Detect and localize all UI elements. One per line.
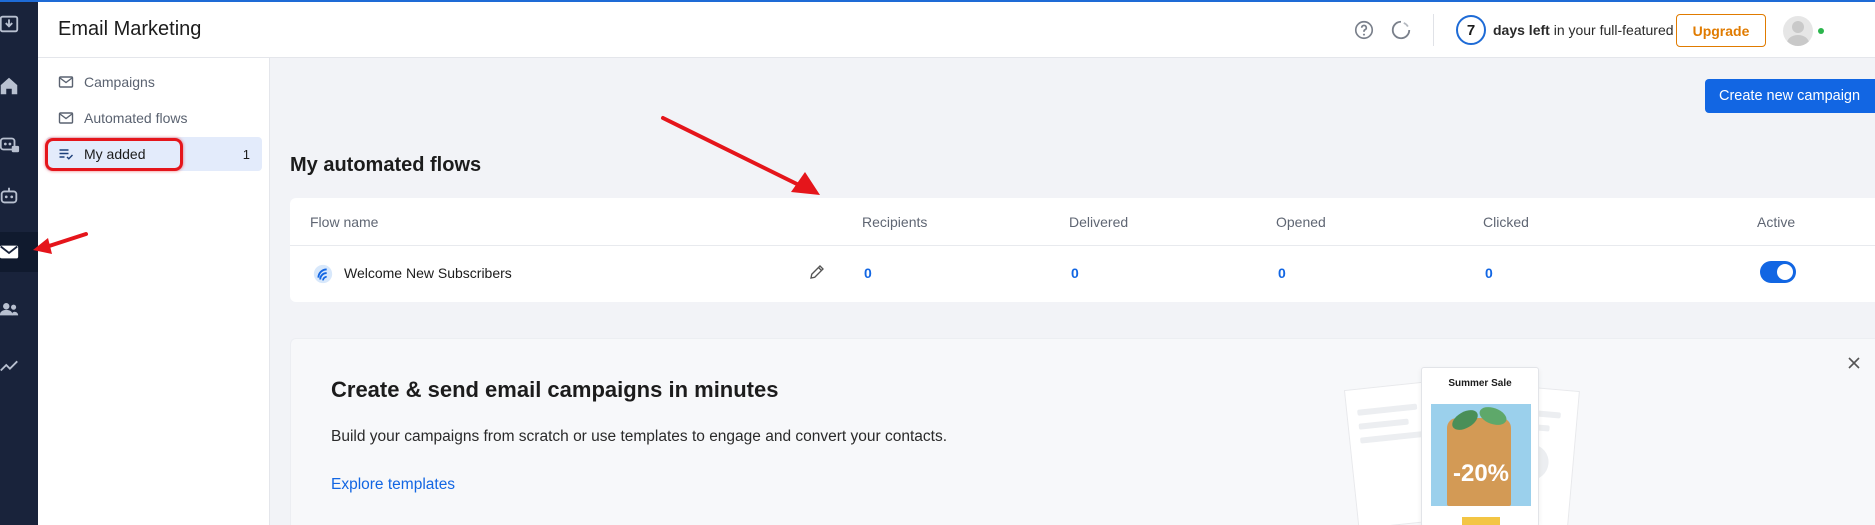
rail-item-email[interactable]: [0, 232, 38, 272]
trial-text-bold: days left: [1493, 22, 1550, 38]
recipients-count[interactable]: 0: [864, 265, 872, 281]
explore-templates-link[interactable]: Explore templates: [331, 476, 455, 494]
column-header-opened: Opened: [1276, 214, 1326, 230]
app-title: Email Marketing: [58, 18, 202, 40]
flow-name[interactable]: Welcome New Subscribers: [344, 265, 512, 281]
subnav-item-label: My added: [84, 146, 146, 162]
subnav-item-count: 1: [242, 146, 250, 162]
top-accent-bar: [0, 0, 1875, 2]
rail-item-home[interactable]: [0, 66, 38, 106]
upgrade-button[interactable]: Upgrade: [1676, 14, 1766, 47]
trial-text: days left in your full-featured trial: [1493, 22, 1700, 38]
rail-item-contacts[interactable]: [0, 289, 38, 329]
illustration-discount: -20%: [1452, 460, 1510, 487]
loading-spinner-icon[interactable]: [1390, 19, 1412, 41]
analytics-icon: [0, 360, 18, 372]
email-subnav: Campaigns Automated flows My added 1: [38, 58, 270, 525]
help-icon[interactable]: [1353, 19, 1375, 41]
subnav-item-my-added[interactable]: My added 1: [46, 137, 262, 171]
active-toggle[interactable]: [1760, 261, 1796, 283]
pencil-edit-icon[interactable]: [808, 263, 826, 281]
annotation-arrow-icon: [661, 116, 820, 195]
subnav-item-label: Automated flows: [84, 110, 188, 126]
subnav-item-automated-flows[interactable]: Automated flows: [46, 101, 262, 135]
email-icon: [0, 245, 19, 259]
subnav-item-label: Campaigns: [84, 74, 155, 90]
top-header: Email Marketing 7 days left in your full…: [38, 2, 1875, 58]
home-icon: [0, 77, 18, 95]
promo-illustration: Summer Sale -20%: [1343, 367, 1580, 525]
promo-banner: Create & send email campaigns in minutes…: [290, 338, 1875, 525]
bot-icon: [0, 187, 18, 204]
avatar[interactable]: [1783, 16, 1813, 46]
close-icon[interactable]: [1846, 355, 1862, 371]
left-rail: [0, 0, 38, 525]
contacts-icon: [0, 303, 19, 316]
rail-item-analytics[interactable]: [0, 345, 38, 385]
list-check-icon: [59, 149, 74, 160]
illustration-image: -20%: [1431, 404, 1531, 506]
opened-count[interactable]: 0: [1278, 265, 1286, 281]
column-header-clicked: Clicked: [1483, 214, 1529, 230]
header-divider: [1433, 14, 1434, 46]
trial-days-badge: 7: [1456, 15, 1486, 45]
promo-title: Create & send email campaigns in minutes: [331, 377, 779, 402]
subnav-item-campaigns[interactable]: Campaigns: [46, 65, 262, 99]
illustration-card-title: Summer Sale: [1448, 378, 1512, 389]
online-status-dot: [1818, 28, 1824, 34]
inbox-download-icon: [0, 15, 19, 33]
create-new-campaign-button[interactable]: Create new campaign: [1705, 79, 1875, 113]
table-row[interactable]: Welcome New Subscribers 0 0 0 0: [290, 246, 1875, 302]
envelope-icon: [58, 76, 74, 88]
rail-item-inbox[interactable]: [0, 4, 38, 44]
ai-bot-icon: [0, 137, 20, 153]
flows-table: Flow name Recipients Delivered Opened Cl…: [290, 198, 1875, 302]
clicked-count[interactable]: 0: [1485, 265, 1493, 281]
column-header-flow-name: Flow name: [310, 214, 379, 230]
column-header-recipients: Recipients: [862, 214, 928, 230]
promo-description: Build your campaigns from scratch or use…: [331, 428, 948, 445]
rail-item-bot[interactable]: [0, 176, 38, 216]
wave-hand-icon: [313, 264, 333, 284]
rail-item-ai-bot[interactable]: [0, 124, 38, 164]
column-header-delivered: Delivered: [1069, 214, 1129, 230]
section-title: My automated flows: [290, 154, 482, 176]
envelope-icon: [58, 112, 74, 124]
table-header: Flow name Recipients Delivered Opened Cl…: [290, 198, 1875, 246]
illustration-button: [1462, 517, 1500, 525]
illustration-email-card: Summer Sale -20%: [1421, 367, 1539, 525]
column-header-active: Active: [1757, 214, 1796, 230]
delivered-count[interactable]: 0: [1071, 265, 1079, 281]
